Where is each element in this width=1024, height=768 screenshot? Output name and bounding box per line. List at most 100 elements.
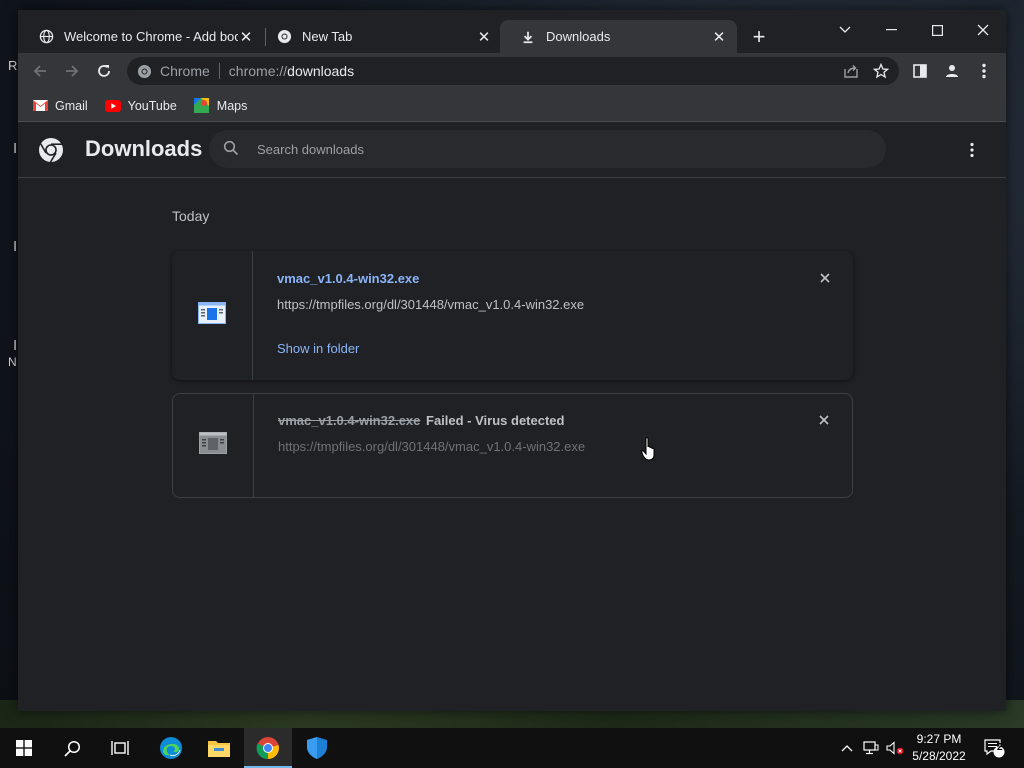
chrome-logo-icon xyxy=(38,137,64,163)
source-url[interactable]: https://tmpfiles.org/dl/301448/vmac_v1.0… xyxy=(277,297,584,312)
taskbar-search-button[interactable] xyxy=(48,728,96,768)
bookmark-youtube[interactable]: YouTube xyxy=(104,98,177,113)
search-icon xyxy=(223,140,241,158)
search-icon xyxy=(63,740,80,757)
tab-downloads[interactable]: Downloads ✕ xyxy=(500,20,737,53)
tab-close-icon[interactable]: ✕ xyxy=(476,29,492,46)
bookmark-label: Gmail xyxy=(55,98,88,113)
downloads-menu-button[interactable] xyxy=(962,140,982,160)
profile-button[interactable] xyxy=(938,57,966,85)
taskbar-edge[interactable] xyxy=(147,728,195,768)
bookmark-label: Maps xyxy=(216,98,248,113)
desktop-icon-label: I xyxy=(13,337,18,354)
profile-icon xyxy=(946,65,958,77)
chevron-down-icon xyxy=(839,26,851,33)
download-icon xyxy=(520,29,536,45)
file-explorer-icon xyxy=(208,741,230,757)
remove-item-button[interactable] xyxy=(817,270,833,286)
clock-date: 5/28/2022 xyxy=(912,749,966,763)
chrome-menu-button[interactable] xyxy=(970,57,998,85)
hand-cursor-icon xyxy=(641,437,657,461)
toolbar: Chrome chrome://downloads xyxy=(18,53,1006,90)
reload-icon xyxy=(98,65,110,77)
side-panel-icon xyxy=(913,64,927,78)
more-vert-icon xyxy=(970,142,974,158)
tab-close-icon[interactable]: ✕ xyxy=(711,29,727,46)
notification-count-badge: 2 xyxy=(997,742,1003,753)
taskbar-file-explorer[interactable] xyxy=(195,728,243,768)
maximize-button[interactable] xyxy=(914,16,960,44)
download-item-failed: vmac_v1.0.4-win32.exe Failed - Virus det… xyxy=(172,393,853,498)
task-view-button[interactable] xyxy=(96,728,144,768)
taskbar-chrome[interactable] xyxy=(244,728,292,768)
desktop-icon-label: N xyxy=(8,355,17,369)
source-url[interactable]: https://tmpfiles.org/dl/301448/vmac_v1.0… xyxy=(278,439,585,454)
downloads-page: Downloads Today vmac_v1.0.4-win32.exe ht… xyxy=(18,122,1006,711)
bookmark-star-icon[interactable] xyxy=(873,63,889,79)
chrome-icon xyxy=(256,737,279,760)
side-panel-button[interactable] xyxy=(906,57,934,85)
bookmark-gmail[interactable]: Gmail xyxy=(32,99,88,113)
chevron-up-icon xyxy=(841,745,853,752)
executable-file-icon xyxy=(198,302,226,329)
taskbar-clock[interactable]: 9:27 PM 5/28/2022 xyxy=(906,731,972,765)
network-button[interactable] xyxy=(860,728,882,768)
tab-title: New Tab xyxy=(302,29,353,44)
file-icon-column xyxy=(173,394,254,497)
tab-close-icon[interactable]: ✕ xyxy=(238,29,254,46)
chrome-icon xyxy=(137,64,152,79)
tab-title: Downloads xyxy=(546,29,611,44)
site-label: Chrome xyxy=(160,63,210,79)
start-icon xyxy=(16,740,32,756)
downloads-header: Downloads xyxy=(18,122,1006,178)
volume-muted-icon xyxy=(886,741,904,755)
action-center-button[interactable]: 2 xyxy=(976,728,1012,768)
tab-welcome[interactable]: Welcome to Chrome - Add book ✕ xyxy=(18,20,264,53)
tab-search-button[interactable] xyxy=(822,16,868,44)
file-name: vmac_v1.0.4-win32.exe xyxy=(278,413,421,428)
forward-button[interactable] xyxy=(58,57,86,85)
show-hidden-icons-button[interactable] xyxy=(838,728,856,768)
desktop-icon-label: I xyxy=(13,238,18,255)
forward-arrow-icon xyxy=(66,65,79,77)
maps-icon xyxy=(194,98,210,113)
new-tab-button[interactable]: + xyxy=(747,24,771,49)
site-chip[interactable]: Chrome xyxy=(127,63,210,79)
back-button[interactable] xyxy=(26,57,54,85)
globe-icon xyxy=(38,29,54,45)
url-text[interactable]: chrome://downloads xyxy=(229,63,354,79)
bookmarks-bar: Gmail YouTube Maps xyxy=(18,90,1006,122)
volume-button[interactable] xyxy=(884,728,906,768)
more-vert-icon xyxy=(982,63,986,79)
address-bar[interactable]: Chrome chrome://downloads xyxy=(127,57,899,85)
close-window-button[interactable] xyxy=(960,16,1006,44)
bookmark-label: YouTube xyxy=(127,98,177,113)
clock-time: 9:27 PM xyxy=(916,732,962,746)
taskbar: 9:27 PM 5/28/2022 2 xyxy=(0,728,1024,768)
chrome-window: Welcome to Chrome - Add book ✕ New Tab ✕… xyxy=(18,10,1006,711)
edge-icon xyxy=(160,737,182,759)
bookmark-maps[interactable]: Maps xyxy=(194,98,248,113)
file-icon-column xyxy=(172,251,253,380)
start-button[interactable] xyxy=(0,728,48,768)
taskbar-windows-security[interactable] xyxy=(293,728,341,768)
tab-title: Welcome to Chrome - Add book xyxy=(64,29,238,44)
page-title: Downloads xyxy=(85,136,203,161)
show-in-folder-link[interactable]: Show in folder xyxy=(277,341,359,356)
remove-item-button[interactable] xyxy=(816,412,832,428)
search-box[interactable] xyxy=(209,130,886,168)
minimize-button[interactable] xyxy=(868,16,914,44)
chrome-icon xyxy=(276,29,292,45)
close-icon xyxy=(820,273,830,283)
share-icon[interactable] xyxy=(843,63,859,79)
network-icon xyxy=(863,741,879,755)
reload-button[interactable] xyxy=(90,57,118,85)
task-view-icon xyxy=(111,741,129,755)
date-heading: Today xyxy=(172,208,210,224)
desktop-icon-label: R xyxy=(8,58,18,73)
file-name-link[interactable]: vmac_v1.0.4-win32.exe xyxy=(277,271,419,286)
executable-file-icon xyxy=(199,432,227,459)
omnibox-actions xyxy=(843,57,899,85)
tab-new-tab[interactable]: New Tab ✕ xyxy=(256,20,502,53)
search-input[interactable] xyxy=(257,141,817,157)
